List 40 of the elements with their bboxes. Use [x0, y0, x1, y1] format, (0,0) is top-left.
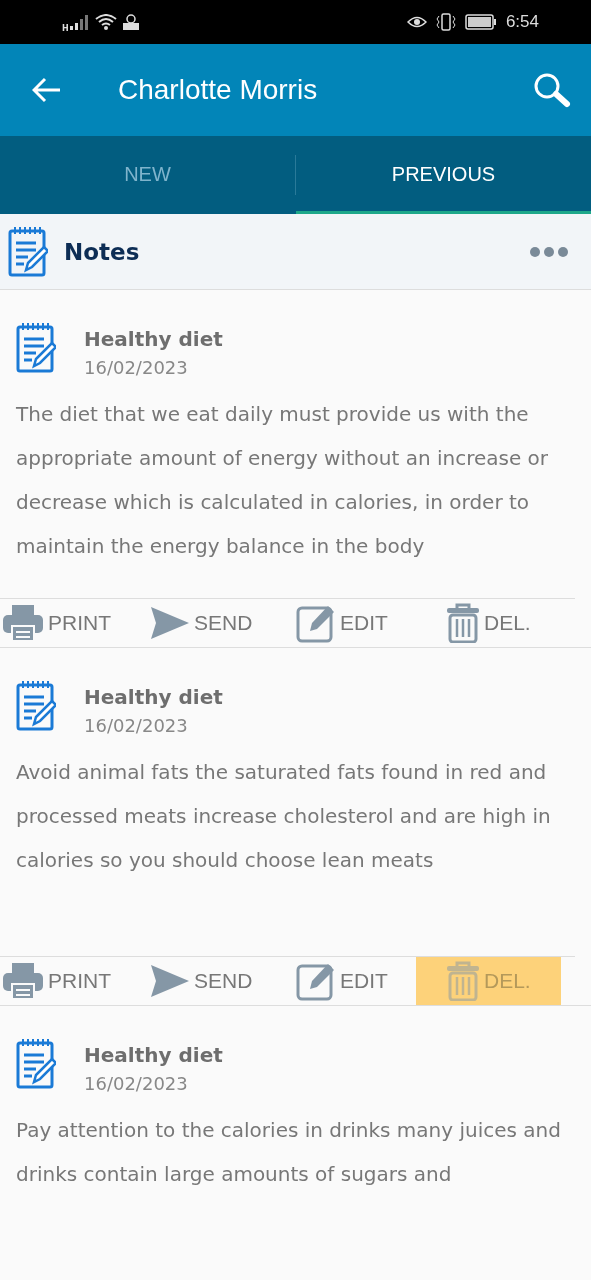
app-bar-title: Charlotte Morris — [118, 74, 319, 106]
action-button[interactable]: EDIT — [296, 957, 416, 1005]
edit-icon — [296, 603, 336, 643]
notepad-icon — [16, 322, 56, 374]
note-text: Pay attention to the calories in drinks many juices and drinks contain large amounts of sugars and — [15, 1117, 562, 1188]
action-button[interactable]: PRINT — [0, 957, 148, 1005]
notepad-icon — [16, 680, 56, 732]
note-title: Healthy diet — [84, 685, 223, 709]
note-date: 16/02/2023 — [84, 357, 189, 378]
note-text: The diet that we eat daily must provide us with the appropriate amount of energy without an increase or decrease which is calculated in calories, in order to maintain the energy balance in the body — [15, 401, 550, 560]
vibrate-icon — [435, 13, 456, 31]
action-button[interactable]: DEL. — [416, 599, 561, 647]
eye-icon — [406, 15, 427, 29]
note-date: 16/02/2023 — [84, 1073, 189, 1094]
section-title: Notes — [64, 238, 141, 265]
more-options-icon[interactable] — [529, 245, 569, 258]
note-date: 16/02/2023 — [84, 715, 189, 736]
trash-icon — [446, 961, 480, 1001]
action-button[interactable]: PRINT — [0, 599, 148, 647]
notepad-icon — [16, 1038, 56, 1090]
tab[interactable]: NEW — [0, 136, 295, 214]
action-button[interactable]: SEND — [148, 599, 296, 647]
trash-icon — [446, 603, 480, 643]
send-icon — [150, 606, 190, 640]
send-icon — [150, 964, 190, 998]
note-text: Avoid animal fats the saturated fats found in red and processed meats increase cholesterol and are high in calories so you should choose lean meats — [15, 759, 552, 874]
signal-icon — [69, 14, 90, 30]
back-arrow-icon[interactable] — [32, 77, 62, 103]
action-button[interactable]: SEND — [148, 957, 296, 1005]
battery-icon — [464, 14, 497, 30]
notepad-icon — [8, 225, 48, 278]
app-notification-icon — [121, 14, 140, 30]
edit-icon — [296, 961, 336, 1001]
action-button[interactable]: EDIT — [296, 599, 416, 647]
note-title: Healthy diet — [84, 327, 223, 351]
wifi-icon — [94, 14, 117, 30]
clock: 6:54 — [505, 12, 539, 32]
network-type: H — [62, 23, 69, 33]
note-title: Healthy diet — [84, 1043, 223, 1067]
search-icon[interactable] — [533, 72, 571, 108]
